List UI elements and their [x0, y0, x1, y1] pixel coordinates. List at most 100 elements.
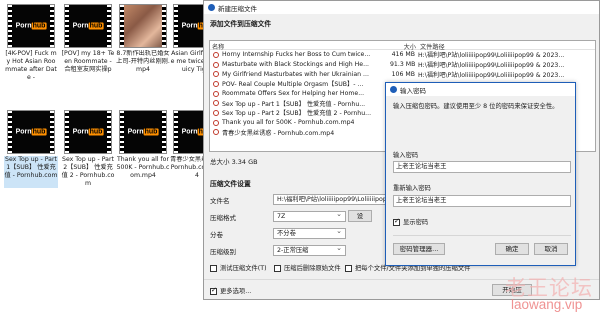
video-thumbnail[interactable]: Pornhub Thank you all for 500K - Pornhub.… [116, 110, 170, 188]
file-name: Masturbate with Black Stockings and High… [222, 61, 370, 69]
film-strip-icon [8, 111, 12, 153]
file-name: Sex Top up - Part 1【SUB】 性爱充值 - Pornhu..… [222, 100, 366, 108]
video-thumbnail[interactable]: Pornhub Sex Top up - Part 2【SUB】 性爱充值 2 -… [61, 110, 115, 188]
app-icon [390, 86, 397, 93]
video-file-icon [213, 61, 219, 68]
site-logo: Pornhub [15, 22, 47, 30]
split-label: 分卷 [210, 230, 223, 239]
video-preview-image: Pornhub [119, 110, 167, 154]
video-file-icon [213, 51, 219, 58]
file-name-cell: Sex Top up - Part 2【SUB】 性爱充值 2 - Pornhu… [210, 108, 390, 117]
delete-after-option[interactable]: 压缩后删除原始文件 [274, 263, 341, 272]
password-dialog-title: 输入密码 [400, 86, 426, 95]
file-name: 青春少女黑丝诱惑 - Pornhub.com.mp4 [222, 129, 335, 137]
cancel-button[interactable]: 取消 [534, 243, 568, 255]
site-logo: Pornhub [16, 128, 47, 136]
password-manager-button[interactable]: 密码管理器... [393, 243, 445, 255]
format-row: 压缩格式 7Z [210, 210, 346, 222]
site-logo: Pornhub [72, 128, 104, 136]
video-file-icon [213, 90, 219, 97]
film-strip-icon [162, 5, 166, 47]
thumbnail-caption: Thank you all for 500K - Pornhub.com.mp4 [116, 156, 170, 179]
video-thumbnail[interactable]: Pornhub [POV] my 18+ Teen Roommate - 合租室友… [61, 4, 115, 82]
video-thumbnail[interactable]: 8.7新作出轨已婚女上司-开特内丝刚刚.mp4 [116, 4, 170, 82]
file-name-cell: Roommate Offers Sex for Helping her Home… [210, 90, 390, 97]
video-thumbnail[interactable]: Pornhub Sex Top up - Part 1【SUB】 性爱充值 - P… [4, 110, 58, 188]
file-name-cell: 青春少女黑丝诱惑 - Pornhub.com.mp4 [210, 128, 390, 137]
video-file-icon [213, 71, 219, 78]
settings-button[interactable]: 设 [348, 210, 372, 222]
dialog-title: 新建压缩文件 [218, 4, 257, 13]
site-logo-text: Porn [72, 128, 89, 136]
password-description: 输入压缩包密码。建议使用至少 8 位的密码来保证安全性。 [393, 103, 559, 110]
level-row: 压缩级别 2-正常压缩 [210, 244, 346, 256]
file-size: 91.3 MB [390, 61, 416, 69]
password-titlebar: 输入密码 [386, 83, 575, 96]
ok-button[interactable]: 确定 [495, 243, 529, 255]
more-options-checkbox[interactable] [210, 286, 217, 295]
site-logo-badge: hub [88, 22, 104, 30]
total-size: 总大小 3.34 GB [210, 158, 258, 166]
video-thumbnail[interactable]: Pornhub [4K-POV] Fuck my Hot Asian Roomma… [4, 4, 58, 82]
column-path[interactable]: 文件路径 [418, 41, 588, 51]
password-input[interactable]: 上老王论坛当老王 [393, 161, 571, 173]
level-select[interactable]: 2-正常压缩 [273, 244, 346, 256]
site-logo-text: Porn [181, 22, 198, 30]
site-logo: Pornhub [128, 128, 159, 136]
site-logo-text: Porn [15, 22, 32, 30]
file-path: H:\福利吧\P站\loliiiiipop99\Loliiiiipop99 & … [418, 62, 565, 70]
site-logo-text: Porn [181, 128, 198, 136]
site-logo-badge: hub [31, 22, 47, 30]
delete-after-label: 压缩后删除原始文件 [284, 265, 341, 272]
thumbnail-caption: 8.7新作出轨已婚女上司-开特内丝刚刚.mp4 [116, 50, 170, 73]
file-row[interactable]: Horny Internship Fucks her Boss to Cum t… [210, 50, 595, 60]
test-archive-checkbox[interactable] [210, 264, 217, 272]
film-strip-icon [107, 5, 111, 47]
video-preview-image [119, 4, 167, 48]
more-options[interactable]: 更多选项... [210, 286, 251, 295]
file-name-cell: Masturbate with Black Stockings and High… [210, 61, 390, 68]
column-name[interactable]: 名称 [210, 41, 390, 51]
show-password-checkbox[interactable] [393, 217, 400, 226]
section-title: 添加文件到压缩文件 [210, 20, 272, 28]
password-divider [393, 235, 571, 236]
separate-archives-checkbox[interactable] [345, 264, 352, 272]
file-row[interactable]: Masturbate with Black Stockings and High… [210, 60, 595, 70]
archive-settings-title: 压缩文件设置 [210, 180, 251, 188]
film-strip-icon [120, 111, 124, 153]
format-select[interactable]: 7Z [273, 210, 346, 222]
file-name: My Girlfriend Masturbates with her Ukrai… [222, 70, 369, 78]
file-path: H:\福利吧\P站\loliiiiipop99\Loliiiiipop99 & … [418, 52, 565, 60]
file-path: H:\福利吧\P站\loliiiiipop99\Loliiiiipop99 & … [418, 71, 565, 79]
file-size: 416 MB [391, 51, 415, 59]
site-logo-badge: hub [88, 128, 104, 136]
delete-after-checkbox[interactable] [274, 264, 281, 272]
film-strip-icon [174, 111, 178, 153]
app-icon [208, 4, 215, 11]
file-row[interactable]: My Girlfriend Masturbates with her Ukrai… [210, 69, 595, 79]
level-label: 压缩级别 [210, 247, 236, 256]
file-name-cell: Horny Internship Fucks her Boss to Cum t… [210, 51, 390, 58]
password-label: 输入密码 [393, 152, 419, 159]
test-archive-option[interactable]: 测试压缩文件(T) [210, 263, 267, 272]
file-name-cell: Sex Top up - Part 1【SUB】 性爱充值 - Pornhu..… [210, 99, 390, 108]
film-strip-icon [8, 5, 12, 47]
site-logo-badge: hub [143, 128, 159, 136]
film-strip-icon [50, 111, 54, 153]
file-name: Roommate Offers Sex for Helping her Home… [222, 90, 365, 98]
thumbnail-caption: Sex Top up - Part 1【SUB】 性爱充值 - Pornhub.… [4, 156, 58, 188]
video-file-icon [213, 109, 219, 116]
file-name: Thank you all for 500K - Pornhub.com.mp4 [222, 119, 355, 127]
thumbnail-caption: [POV] my 18+ Teen Roommate - 合租室友网实操p [61, 50, 115, 73]
video-preview-image: Pornhub [64, 4, 112, 48]
confirm-password-input[interactable]: 上老王论坛当老王 [393, 195, 571, 207]
film-strip-icon [65, 5, 69, 47]
show-password-option[interactable]: 显示密码 [393, 217, 428, 226]
separate-archives-label: 把每个文件/文件夹添加到单独的压缩文件 [355, 265, 471, 272]
file-name-cell: My Girlfriend Masturbates with her Ukrai… [210, 71, 390, 78]
split-select[interactable]: 不分卷 [273, 227, 346, 239]
watermark-url: laowang.vip [511, 297, 583, 312]
site-logo-text: Porn [72, 22, 89, 30]
column-size[interactable]: 大小 [390, 41, 418, 51]
video-preview-image: Pornhub [7, 110, 55, 154]
